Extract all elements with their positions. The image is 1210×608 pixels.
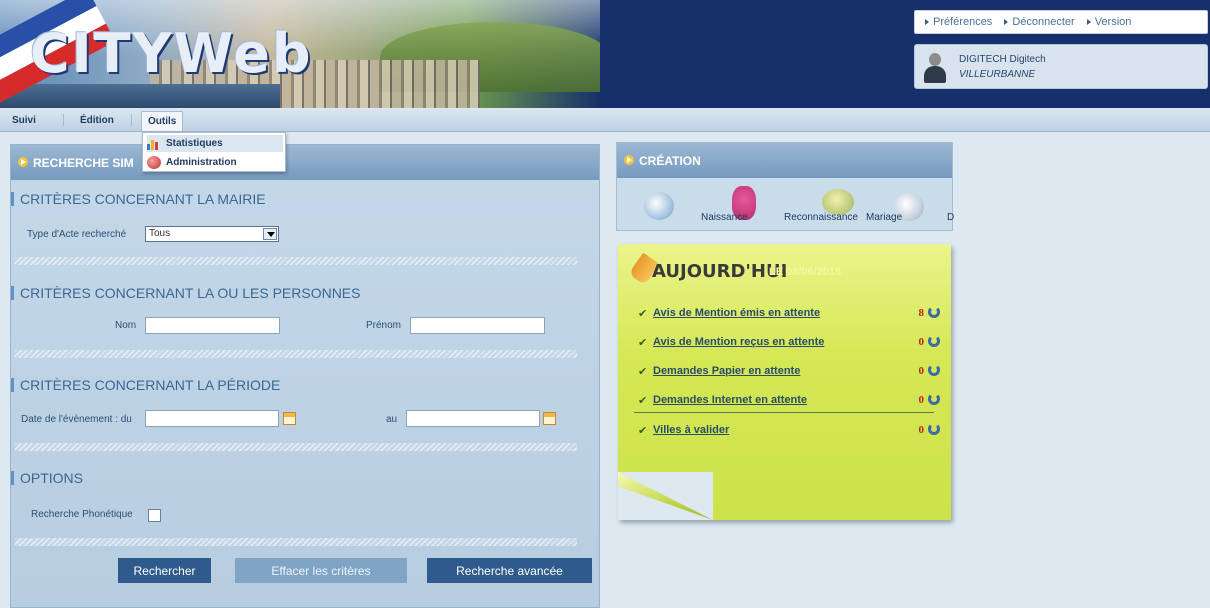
app-header: CITYWeb Préférences Déconnecter Version … [0,0,1210,108]
list-item: ✔ Avis de Mention émis en attente 8 [638,306,944,322]
search-button[interactable]: Rechercher [118,558,211,583]
arrow-right-icon [1004,19,1009,25]
list-item: ✔ Avis de Mention reçus en attente 0 [638,335,944,351]
top-links: Préférences Déconnecter Version [914,10,1208,34]
chevron-down-icon [263,228,277,240]
check-icon: ✔ [638,395,648,407]
refresh-icon[interactable] [928,335,940,347]
section-periode: CRITÈRES CONCERNANT LA PÉRIODE [11,377,280,393]
refresh-icon[interactable] [928,423,940,435]
divider [15,350,577,358]
preferences-link[interactable]: Préférences [925,16,992,28]
menu-item-statistiques[interactable]: Statistiques [147,135,283,152]
list-item: ✔ Demandes Internet en attente 0 [638,393,944,409]
check-icon: ✔ [638,308,648,320]
administration-icon [147,156,161,169]
divider [15,443,577,451]
check-icon: ✔ [638,425,648,437]
refresh-icon[interactable] [928,364,940,376]
date-du-label: Date de l'évènement : du [21,414,132,425]
list-item: ✔ Demandes Papier en attente 0 [638,364,944,380]
bar-chart-icon [147,138,161,150]
divider [15,538,577,546]
divider [634,412,934,413]
date-au-label: au [386,414,398,425]
calendar-icon[interactable] [543,412,556,425]
user-city: VILLEURBANNE [959,69,1036,80]
prenom-input[interactable] [410,317,545,334]
version-link[interactable]: Version [1086,16,1131,28]
creation-mariage[interactable]: Mariage [866,212,902,223]
check-icon: ✔ [638,366,648,378]
advanced-search-button[interactable]: Recherche avancée [427,558,592,583]
baby-bottle-icon[interactable] [644,192,674,220]
today-note: AUJOURD'HUI LE 08/06/2015 ✔ Avis de Ment… [618,244,951,520]
list-item: ✔ Villes à valider 0 [638,423,944,439]
type-acte-select[interactable]: Tous [145,226,279,242]
creation-reconnaissance[interactable]: Reconnaissance [784,212,858,223]
prenom-label: Prénom [366,320,402,331]
arrow-right-icon [18,157,28,167]
type-acte-label: Type d'Acte recherché [27,229,127,240]
main-menu-bar: Suivi Édition Outils [0,108,1210,132]
phonetique-label: Recherche Phonétique [31,509,133,520]
today-date: LE 08/06/2015 [769,266,842,278]
creation-panel-header: CRÉATION [617,143,952,178]
section-mairie: CRITÈRES CONCERNANT LA MAIRIE [11,191,266,207]
today-title: AUJOURD'HUI [652,261,788,282]
refresh-icon[interactable] [928,393,940,405]
user-info: DIGITECH Digitech VILLEURBANNE [914,44,1208,89]
city-banner: CITYWeb [0,0,600,108]
menu-suivi[interactable]: Suivi [12,115,36,126]
search-panel-header: RECHERCHE SIM [11,145,599,180]
arrow-right-icon [925,19,929,25]
page-curl [618,472,713,520]
user-avatar-icon [922,53,948,83]
date-au-input[interactable] [406,410,540,427]
menu-item-administration[interactable]: Administration [147,154,283,171]
arrow-right-icon [624,155,634,165]
menu-outils[interactable]: Outils [141,111,184,131]
outils-dropdown: Statistiques Administration [142,132,286,172]
nom-label: Nom [115,320,137,331]
nom-input[interactable] [145,317,280,334]
refresh-icon[interactable] [928,306,940,318]
creation-naissance[interactable]: Naissance [701,212,748,223]
clear-criteria-button[interactable]: Effacer les critères [235,558,407,583]
app-logo[interactable]: CITYWeb [30,22,313,85]
section-personnes: CRITÈRES CONCERNANT LA OU LES PERSONNES [11,285,360,301]
creation-deces[interactable]: D [947,212,954,223]
calendar-icon[interactable] [283,412,296,425]
divider [15,257,577,265]
user-name: DIGITECH Digitech [959,54,1046,65]
menu-edition[interactable]: Édition [80,115,114,126]
check-icon: ✔ [638,337,648,349]
phonetique-checkbox[interactable] [148,509,161,522]
logout-link[interactable]: Déconnecter [1004,16,1075,28]
date-du-input[interactable] [145,410,279,427]
section-options: OPTIONS [11,470,83,486]
arrow-right-icon [1086,19,1091,25]
